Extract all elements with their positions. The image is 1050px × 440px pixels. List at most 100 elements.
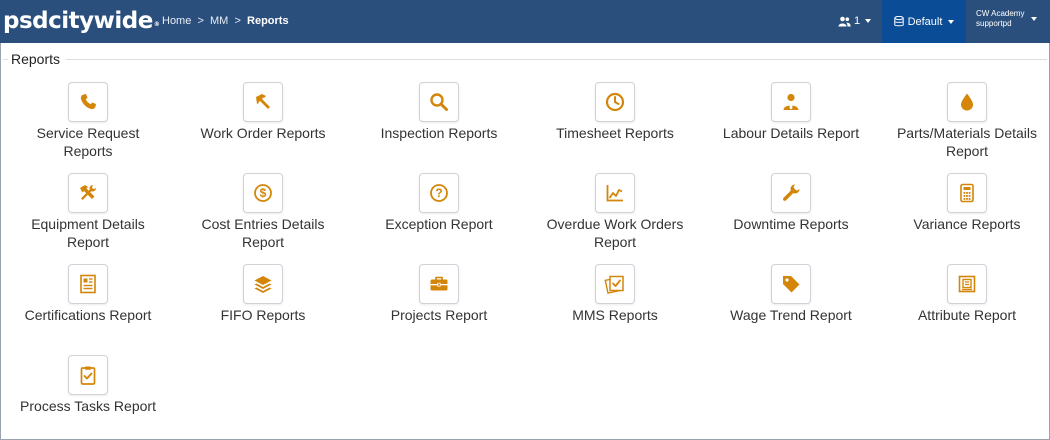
report-icon-button[interactable]	[68, 355, 108, 395]
report-icon-button[interactable]	[243, 264, 283, 304]
svg-text:$: $	[260, 186, 267, 200]
breadcrumb-mm[interactable]: MM	[210, 15, 228, 27]
report-icon-button[interactable]	[947, 264, 987, 304]
breadcrumb-current: Reports	[247, 15, 289, 27]
report-tile-service-request-reports[interactable]: Service Request Reports	[0, 82, 176, 162]
report-tile-timesheet-reports[interactable]: Timesheet Reports	[527, 82, 703, 162]
report-icon-button[interactable]	[771, 82, 811, 122]
report-tile-parts-materials-details-report[interactable]: Parts/Materials Details Report	[879, 82, 1050, 162]
users-dropdown[interactable]: 1	[838, 14, 872, 28]
report-label[interactable]: Exception Report	[351, 215, 527, 233]
report-label[interactable]: Timesheet Reports	[527, 124, 703, 142]
report-icon-button[interactable]: $	[243, 173, 283, 213]
report-icon-button[interactable]	[243, 82, 283, 122]
report-icon-button[interactable]	[595, 173, 635, 213]
report-label[interactable]: Downtime Reports	[703, 215, 879, 233]
report-label[interactable]: Wage Trend Report	[703, 306, 879, 324]
report-label[interactable]: Attribute Report	[879, 306, 1050, 324]
report-label[interactable]: Overdue Work Orders Report	[527, 215, 703, 251]
page-title: Reports	[11, 51, 61, 67]
top-navigation-bar: psdcitywide® Home > MM > Reports 1 Defau…	[0, 0, 1050, 43]
clipboard-check-icon	[80, 366, 96, 385]
report-icon-button[interactable]	[419, 82, 459, 122]
report-icon-button[interactable]	[947, 82, 987, 122]
report-tile-projects-report[interactable]: Projects Report	[351, 264, 527, 344]
chevron-down-icon	[1031, 17, 1037, 21]
wrench-icon	[782, 184, 800, 201]
report-icon-button[interactable]: ?	[419, 173, 459, 213]
report-icon-button[interactable]	[68, 264, 108, 304]
report-tile-attribute-report[interactable]: Attribute Report	[879, 264, 1050, 344]
report-tile-mms-reports[interactable]: MMS Reports	[527, 264, 703, 344]
report-icon-button[interactable]	[595, 82, 635, 122]
report-tile-fifo-reports[interactable]: FIFO Reports	[175, 264, 351, 344]
report-label[interactable]: Inspection Reports	[351, 124, 527, 142]
svg-text:?: ?	[435, 186, 442, 200]
hammer-icon	[256, 94, 270, 109]
report-tile-variance-reports[interactable]: Variance Reports	[879, 173, 1050, 253]
report-tile-wage-trend-report[interactable]: Wage Trend Report	[703, 264, 879, 344]
breadcrumb-separator: >	[194, 15, 207, 27]
report-label[interactable]: Variance Reports	[879, 215, 1050, 233]
line-chart-icon	[606, 185, 623, 202]
app-logo[interactable]: psdcitywide®	[3, 6, 160, 40]
registered-mark: ®	[153, 21, 160, 28]
document-box-icon	[958, 275, 976, 293]
breadcrumb-home[interactable]: Home	[162, 15, 191, 27]
report-tile-inspection-reports[interactable]: Inspection Reports	[351, 82, 527, 162]
report-tile-overdue-work-orders-report[interactable]: Overdue Work Orders Report	[527, 173, 703, 253]
report-label[interactable]: Cost Entries Details Report	[175, 215, 351, 251]
report-icon-button[interactable]	[68, 173, 108, 213]
report-tile-work-order-reports[interactable]: Work Order Reports	[175, 82, 351, 162]
clock-icon	[605, 92, 625, 112]
report-tile-certifications-report[interactable]: Certifications Report	[0, 264, 176, 344]
report-tile-process-tasks-report[interactable]: Process Tasks Report	[0, 355, 176, 435]
report-label[interactable]: Parts/Materials Details Report	[879, 124, 1050, 160]
report-tile-cost-entries-details-report[interactable]: $ Cost Entries Details Report	[175, 173, 351, 253]
report-tile-exception-report[interactable]: ? Exception Report	[351, 173, 527, 253]
magnifier-icon	[430, 93, 448, 111]
report-icon-button[interactable]	[771, 173, 811, 213]
account-org: CW Academy	[976, 9, 1025, 18]
report-tile-downtime-reports[interactable]: Downtime Reports	[703, 173, 879, 253]
breadcrumb: Home > MM > Reports	[162, 14, 289, 28]
report-label[interactable]: FIFO Reports	[175, 306, 351, 324]
report-label[interactable]: Service Request Reports	[0, 124, 176, 160]
report-icon-button[interactable]	[68, 82, 108, 122]
chevron-down-icon	[948, 19, 955, 24]
report-tile-equipment-details-report[interactable]: Equipment Details Report	[0, 173, 176, 253]
tag-icon	[783, 276, 800, 293]
report-label[interactable]: Certifications Report	[0, 306, 176, 324]
report-icon-button[interactable]	[947, 173, 987, 213]
layers-icon	[254, 276, 272, 293]
report-icon-button[interactable]	[595, 264, 635, 304]
database-icon	[893, 16, 904, 27]
section-divider	[66, 59, 1047, 60]
report-tile-labour-details-report[interactable]: Labour Details Report	[703, 82, 879, 162]
chevron-down-icon	[865, 19, 872, 23]
users-icon	[838, 16, 851, 26]
certificate-icon	[80, 274, 96, 294]
breadcrumb-separator: >	[231, 15, 244, 27]
drop-icon	[961, 93, 973, 111]
report-label[interactable]: Labour Details Report	[703, 124, 879, 142]
report-icon-button[interactable]	[419, 264, 459, 304]
checklist-cards-icon	[604, 275, 624, 294]
briefcase-icon	[430, 276, 448, 291]
dollar-icon: $	[254, 184, 272, 202]
account-menu[interactable]: CW Academy supportpd	[976, 9, 1037, 29]
report-label[interactable]: Equipment Details Report	[0, 215, 176, 251]
database-label: Default	[907, 15, 943, 28]
report-icon-button[interactable]	[771, 264, 811, 304]
tools-icon	[80, 185, 96, 200]
report-label[interactable]: Projects Report	[351, 306, 527, 324]
users-count: 1	[854, 15, 861, 27]
calculator-icon	[960, 183, 974, 203]
report-label[interactable]: Process Tasks Report	[0, 397, 176, 415]
database-selector[interactable]: Default	[882, 0, 966, 43]
report-label[interactable]: Work Order Reports	[175, 124, 351, 142]
question-icon: ?	[430, 184, 448, 202]
account-username: supportpd	[976, 19, 1012, 28]
phone-icon	[80, 94, 96, 110]
report-label[interactable]: MMS Reports	[527, 306, 703, 324]
